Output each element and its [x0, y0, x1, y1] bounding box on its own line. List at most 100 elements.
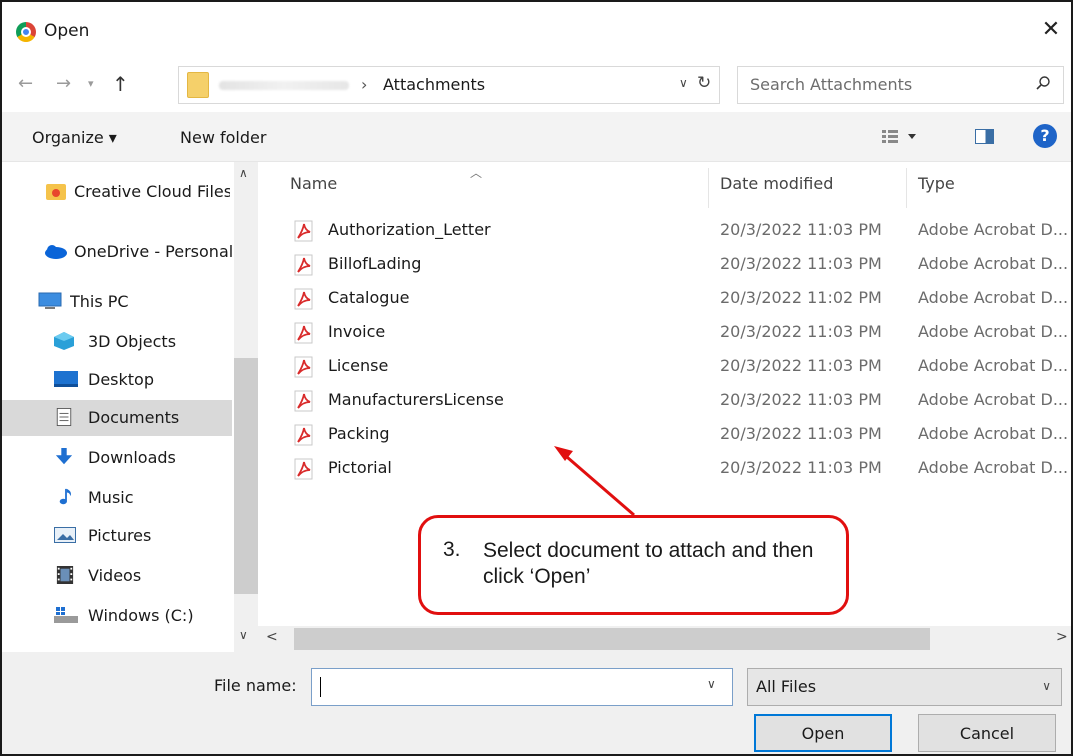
nav-item-label: Videos — [88, 566, 142, 585]
search-box[interactable]: Search Attachments — [737, 66, 1064, 104]
text-cursor — [320, 677, 321, 697]
column-divider[interactable] — [708, 168, 709, 208]
file-name-input[interactable] — [311, 668, 733, 706]
nav-item-label: Documents — [88, 408, 180, 427]
column-header-date[interactable]: Date modified — [720, 174, 833, 193]
file-type: Adobe Acrobat D... — [918, 220, 1069, 239]
horizontal-scrollbar[interactable]: < > — [258, 626, 1071, 652]
nav-item-label: Windows (C:) — [88, 606, 194, 625]
file-type: Adobe Acrobat D... — [918, 254, 1069, 273]
file-type: Adobe Acrobat D... — [918, 390, 1069, 409]
file-row[interactable]: ManufacturersLicense 20/3/2022 11:03 PM Ad… — [286, 384, 1071, 418]
videos-icon — [56, 566, 74, 584]
command-bar: Organize ▾ New folder ? — [2, 112, 1071, 162]
3d-objects-icon — [54, 332, 74, 350]
change-view-icon[interactable] — [882, 124, 920, 148]
column-header-name[interactable]: Name — [290, 174, 337, 193]
chrome-icon — [16, 22, 36, 42]
file-name: Authorization_Letter — [328, 220, 491, 239]
file-name: Packing — [328, 424, 390, 443]
scroll-right-icon[interactable]: > — [1056, 629, 1068, 645]
file-row[interactable]: Authorization_Letter 20/3/2022 11:03 PM Ad… — [286, 214, 1071, 248]
file-date: 20/3/2022 11:03 PM — [720, 322, 882, 341]
scroll-down-icon[interactable]: ∨ — [239, 628, 248, 642]
recent-locations-icon[interactable]: ▾ — [88, 72, 94, 96]
file-row[interactable]: Invoice 20/3/2022 11:03 PM Adobe Acrobat D… — [286, 316, 1071, 350]
file-name: Invoice — [328, 322, 386, 341]
file-row[interactable]: Pictorial 20/3/2022 11:03 PM Adobe Acrobat… — [286, 452, 1071, 486]
scroll-left-icon[interactable]: < — [266, 629, 278, 645]
search-icon — [1036, 76, 1050, 90]
pdf-file-icon — [294, 390, 314, 412]
nav-item-this-pc[interactable]: This PC — [2, 284, 232, 320]
nav-item-onedrive[interactable]: OneDrive - Personal — [2, 234, 232, 270]
nav-item-videos[interactable]: Videos — [2, 558, 232, 594]
dialog-title: Open — [44, 21, 90, 41]
search-input[interactable]: Search Attachments — [750, 75, 912, 94]
scrollbar-thumb[interactable] — [294, 628, 930, 650]
help-icon[interactable]: ? — [1033, 124, 1057, 148]
nav-item-windows-c[interactable]: Windows (C:) — [2, 598, 232, 634]
forward-arrow-icon[interactable]: → — [56, 72, 71, 96]
nav-item-label: Creative Cloud Files — [74, 182, 230, 201]
scrollbar-thumb[interactable] — [234, 358, 258, 594]
pdf-file-icon — [294, 424, 314, 446]
file-date: 20/3/2022 11:03 PM — [720, 390, 882, 409]
chevron-down-icon[interactable]: ∨ — [707, 677, 716, 691]
file-date: 20/3/2022 11:03 PM — [720, 458, 882, 477]
open-button[interactable]: Open — [754, 714, 892, 752]
preview-pane-icon[interactable] — [975, 129, 994, 144]
drive-icon — [54, 607, 78, 623]
bottom-panel: File name: ∨ All Files ∨ Open Cancel — [2, 652, 1071, 754]
nav-item-pictures[interactable]: Pictures — [2, 518, 232, 554]
breadcrumb-attachments[interactable]: Attachments — [383, 75, 485, 94]
nav-item-music[interactable]: Music — [2, 480, 232, 516]
address-row: ← → ▾ ↑ › Attachments ∨ ↻ Search Attachm… — [2, 58, 1071, 110]
close-icon[interactable]: ✕ — [1037, 16, 1065, 44]
pdf-file-icon — [294, 356, 314, 378]
file-type-select[interactable]: All Files ∨ — [747, 668, 1062, 706]
file-row[interactable]: Packing 20/3/2022 11:03 PM Adobe Acrobat D… — [286, 418, 1071, 452]
nav-item-creative-cloud[interactable]: Creative Cloud Files — [2, 174, 232, 210]
back-arrow-icon[interactable]: ← — [18, 72, 33, 96]
chevron-down-icon[interactable]: ∨ — [679, 76, 688, 90]
folder-icon — [187, 72, 209, 98]
nav-scrollbar[interactable]: ∧ ∨ — [234, 162, 258, 652]
file-row[interactable]: License 20/3/2022 11:03 PM Adobe Acrobat D… — [286, 350, 1071, 384]
pc-icon — [38, 292, 62, 309]
column-divider[interactable] — [906, 168, 907, 208]
desktop-icon — [54, 371, 78, 387]
pdf-file-icon — [294, 458, 314, 480]
nav-item-label: Downloads — [88, 448, 176, 467]
address-bar[interactable]: › Attachments ∨ ↻ — [178, 66, 720, 104]
file-name: Catalogue — [328, 288, 410, 307]
callout-number: 3. — [443, 538, 461, 561]
nav-item-3d-objects[interactable]: 3D Objects — [2, 324, 232, 360]
nav-item-label: This PC — [70, 292, 129, 311]
file-row[interactable]: BillofLading 20/3/2022 11:03 PM Adobe Acro… — [286, 248, 1071, 282]
pictures-icon — [54, 527, 76, 543]
scroll-up-icon[interactable]: ∧ — [239, 166, 248, 180]
breadcrumb-separator: › — [361, 75, 368, 94]
title-bar: Open ✕ — [2, 2, 1071, 58]
nav-item-documents[interactable]: Documents — [2, 400, 232, 436]
nav-item-downloads[interactable]: Downloads — [2, 440, 232, 476]
file-row[interactable]: Catalogue 20/3/2022 11:02 PM Adobe Acrobat… — [286, 282, 1071, 316]
redacted-path — [219, 81, 349, 90]
documents-icon — [56, 408, 72, 426]
navigation-pane: Creative Cloud Files OneDrive - Personal… — [2, 162, 258, 652]
chevron-down-icon[interactable]: ∨ — [1042, 679, 1051, 693]
cancel-button[interactable]: Cancel — [918, 714, 1056, 752]
file-date: 20/3/2022 11:03 PM — [720, 254, 882, 273]
file-type: Adobe Acrobat D... — [918, 322, 1069, 341]
file-name: ManufacturersLicense — [328, 390, 504, 409]
refresh-icon[interactable]: ↻ — [697, 73, 711, 93]
pdf-file-icon — [294, 254, 314, 276]
nav-item-desktop[interactable]: Desktop — [2, 362, 232, 398]
column-header-type[interactable]: Type — [918, 174, 955, 193]
organize-button[interactable]: Organize ▾ — [32, 128, 117, 147]
new-folder-button[interactable]: New folder — [180, 128, 266, 147]
pdf-file-icon — [294, 322, 314, 344]
up-arrow-icon[interactable]: ↑ — [112, 72, 129, 96]
callout-text: Select document to attach and then click… — [483, 539, 814, 588]
